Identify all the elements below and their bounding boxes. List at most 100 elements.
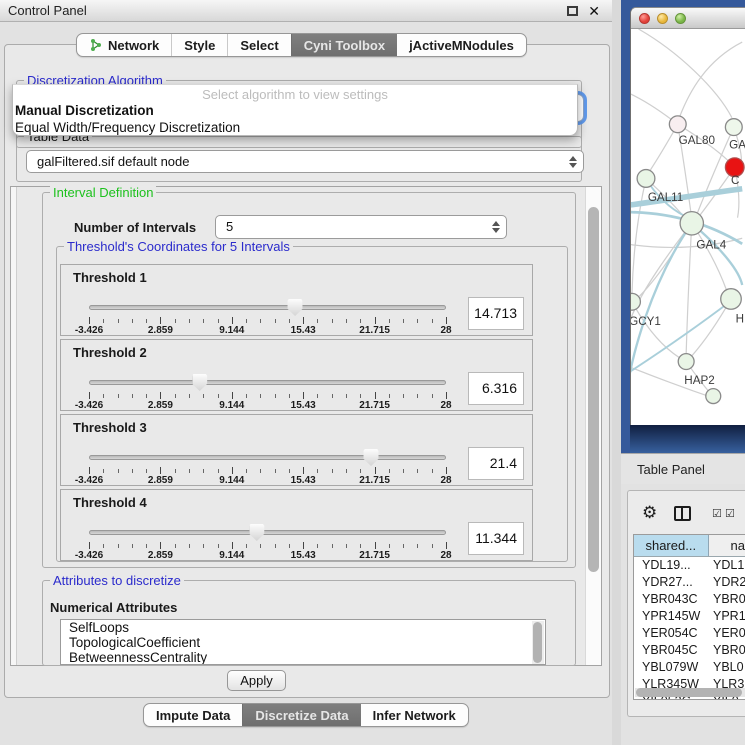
column-header-name[interactable]: na — [709, 535, 745, 556]
node-label: H — [736, 312, 744, 325]
threshold-2-panel: Threshold 2 -3.426 2.859 9.144 15.43 21.… — [60, 339, 533, 411]
scale-label: 28 — [440, 400, 451, 411]
stepper-arrows-icon — [492, 221, 499, 233]
node-label: GAL4 — [696, 239, 726, 252]
tab-label: Network — [108, 38, 159, 53]
threshold-3-value[interactable]: 21.4 — [468, 447, 524, 480]
column-header-shared-name[interactable]: shared... — [634, 535, 709, 556]
list-item[interactable]: TopologicalCoefficient — [61, 635, 545, 650]
scale-label: 2.859 — [148, 325, 173, 336]
numerical-attributes-label: Numerical Attributes — [50, 600, 177, 615]
table-row[interactable]: YBL079WYBL0 — [634, 659, 745, 676]
scale-label: 9.144 — [219, 550, 244, 561]
network-node — [631, 293, 640, 310]
panel-divider[interactable] — [612, 0, 621, 745]
float-window-icon[interactable] — [567, 6, 578, 16]
scale-label: 2.859 — [148, 550, 173, 561]
dropdown-placeholder: Select algorithm to view settings — [13, 87, 577, 103]
slider-track[interactable] — [89, 305, 446, 310]
number-of-intervals-label: Number of Intervals — [74, 220, 196, 235]
scale-label: -3.426 — [75, 475, 103, 486]
number-of-intervals-select[interactable]: 5 — [215, 215, 507, 239]
select-all-check-icon[interactable]: ☑ — [712, 507, 722, 520]
scale-label: 15.43 — [291, 325, 316, 336]
threshold-4-value[interactable]: 11.344 — [468, 522, 524, 555]
select-none-check-icon[interactable]: ☑ — [725, 507, 735, 520]
minimize-traffic-light[interactable] — [657, 13, 668, 24]
close-icon[interactable]: ✕ — [588, 2, 600, 21]
network-node — [721, 289, 742, 310]
gear-icon[interactable]: ⚙ — [642, 503, 657, 523]
tab-style[interactable]: Style — [171, 34, 227, 56]
group-title: Attributes to discretize — [50, 573, 184, 588]
slider-track[interactable] — [89, 380, 446, 385]
tab-jactivemnodules[interactable]: jActiveMNodules — [397, 34, 526, 56]
table-header-row: shared... na — [634, 535, 745, 557]
selected-value: 5 — [226, 216, 233, 238]
slider-thumb[interactable] — [192, 374, 207, 391]
table-row[interactable]: YBR043CYBR0 — [634, 591, 745, 608]
table-panel: ⚙ ☑ ☑ shared... na YDL19...YDL1 YDR27...… — [627, 490, 745, 717]
slider-thumb[interactable] — [288, 299, 303, 316]
threshold-1-value[interactable]: 14.713 — [468, 297, 524, 330]
table-panel-title: Table Panel — [637, 454, 705, 485]
scale-label: -3.426 — [75, 400, 103, 411]
cyni-mode-tabbar: Impute Data Discretize Data Infer Networ… — [143, 703, 469, 727]
table-row[interactable]: YDL19...YDL1 — [634, 557, 745, 574]
desktop-shadow — [630, 425, 745, 455]
horizontal-scrollbar[interactable] — [635, 688, 745, 697]
group-title: Interval Definition — [50, 185, 156, 200]
tab-impute-data[interactable]: Impute Data — [144, 704, 242, 726]
table-row[interactable]: YPR145WYPR1 — [634, 608, 745, 625]
columns-icon[interactable] — [674, 506, 691, 521]
threshold-2-value[interactable]: 6.316 — [468, 372, 524, 405]
attributes-list[interactable]: SelfLoops TopologicalCoefficient Between… — [60, 619, 546, 665]
table-row[interactable]: YER054CYER0 — [634, 625, 745, 642]
table-data-select[interactable]: galFiltered.sif default node — [26, 150, 584, 173]
network-node — [678, 354, 694, 370]
table-row[interactable]: YDR27...YDR2 — [634, 574, 745, 591]
slider-thumb[interactable] — [364, 449, 379, 466]
threshold-label: Threshold 2 — [73, 345, 147, 360]
node-label: GA — [729, 139, 745, 152]
group-title: Threshold's Coordinates for 5 Intervals — [64, 239, 293, 254]
panel-title: Control Panel — [8, 0, 87, 22]
tab-select[interactable]: Select — [227, 34, 290, 56]
vertical-scrollbar[interactable] — [585, 187, 601, 665]
dropdown-option-manual[interactable]: Manual Discretization — [13, 103, 577, 120]
network-node — [637, 170, 655, 188]
control-panel-titlebar: Control Panel ✕ — [0, 0, 612, 22]
slider-thumb[interactable] — [249, 524, 264, 541]
network-node — [680, 212, 703, 235]
scale-label: 21.715 — [359, 550, 390, 561]
close-traffic-light[interactable] — [639, 13, 650, 24]
scale-label: 21.715 — [359, 475, 390, 486]
node-label: GAL11 — [648, 191, 683, 204]
slider-track[interactable] — [89, 455, 446, 460]
scrollbar-thumb[interactable] — [533, 622, 542, 663]
list-scrollbar[interactable] — [532, 621, 544, 665]
scrollbar-thumb[interactable] — [588, 207, 599, 572]
table-row[interactable]: YBR045CYBR0 — [634, 642, 745, 659]
table-panel-titlebar: Table Panel — [621, 453, 745, 484]
dropdown-option-equal-width[interactable]: Equal Width/Frequency Discretization — [13, 120, 577, 137]
control-panel-tabbar: Network Style Select Cyni Toolbox jActiv… — [76, 33, 527, 57]
tab-infer-network[interactable]: Infer Network — [361, 704, 468, 726]
slider-track[interactable] — [89, 530, 446, 535]
list-item[interactable]: SelfLoops — [61, 620, 545, 635]
apply-button[interactable]: Apply — [227, 670, 286, 691]
tab-network[interactable]: Network — [77, 34, 171, 56]
threshold-label: Threshold 4 — [73, 495, 147, 510]
tab-discretize-data[interactable]: Discretize Data — [242, 704, 360, 726]
list-item[interactable]: BetweennessCentrality — [61, 650, 545, 665]
scale-label: 21.715 — [359, 400, 390, 411]
scale-label: 28 — [440, 475, 451, 486]
node-table[interactable]: shared... na YDL19...YDL1 YDR27...YDR2 Y… — [633, 534, 745, 700]
tab-cyni-toolbox[interactable]: Cyni Toolbox — [291, 34, 397, 56]
network-canvas[interactable]: GAL80GACGAL11GAL4GCY1HHAP2 — [631, 29, 745, 425]
scale-label: -3.426 — [75, 325, 103, 336]
scrollbar-thumb[interactable] — [636, 688, 742, 697]
zoom-traffic-light[interactable] — [675, 13, 686, 24]
scale-label: 9.144 — [219, 400, 244, 411]
table-data-selected-value: galFiltered.sif default node — [37, 151, 189, 173]
